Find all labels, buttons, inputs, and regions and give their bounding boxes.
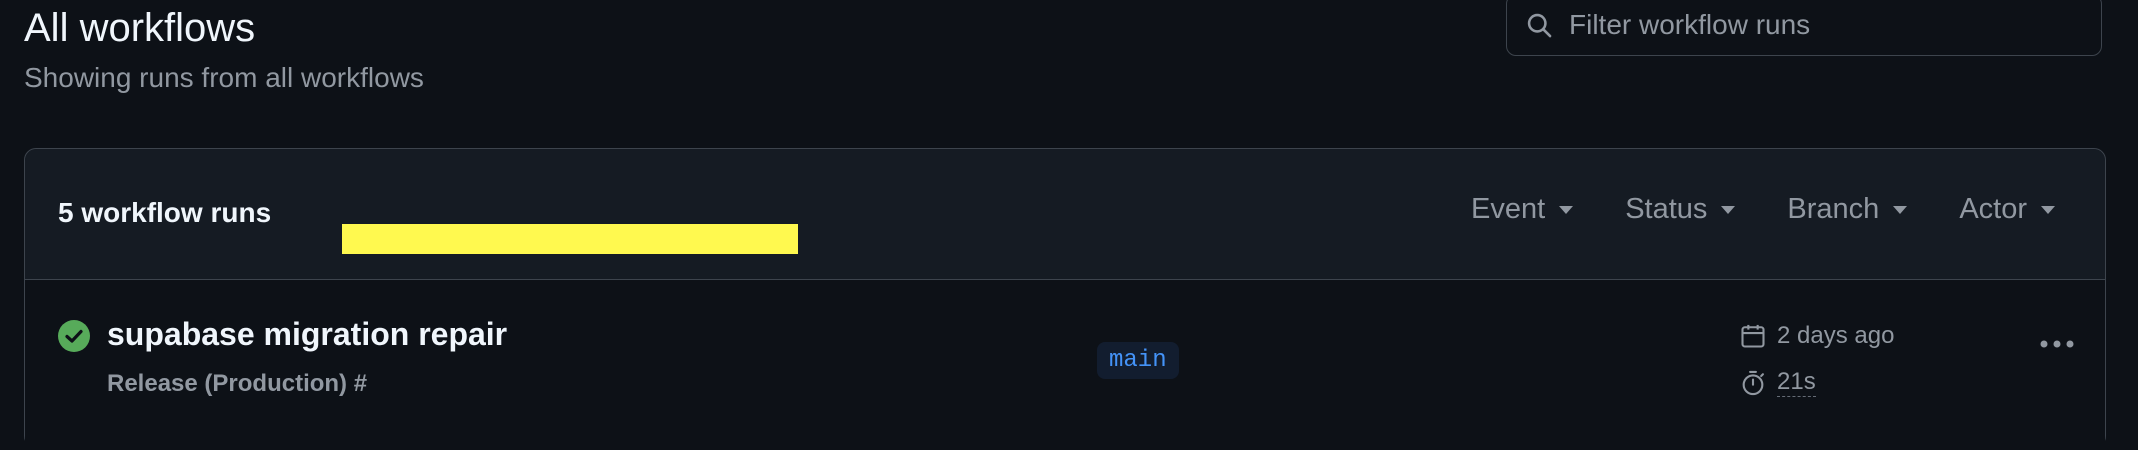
page-subtitle: Showing runs from all workflows <box>24 62 424 93</box>
runs-count: 5 workflow runs <box>58 197 272 228</box>
search-input[interactable] <box>1567 8 2071 42</box>
caret-down-icon <box>1721 205 1736 214</box>
branch-filter[interactable]: Branch <box>1787 193 1908 226</box>
kebab-menu-icon[interactable] <box>2039 338 2075 350</box>
search-icon <box>1527 13 1552 38</box>
redaction-block <box>342 224 798 254</box>
caret-down-icon <box>1893 205 1908 214</box>
calendar-icon <box>1741 324 1765 348</box>
branch-filter-label: Branch <box>1787 193 1880 225</box>
caret-down-icon <box>1559 205 1574 214</box>
event-filter-label: Event <box>1471 193 1546 225</box>
filter-runs-search[interactable] <box>1506 0 2102 56</box>
stopwatch-icon <box>1742 370 1764 395</box>
event-filter[interactable]: Event <box>1471 193 1574 226</box>
actor-filter[interactable]: Actor <box>1959 193 2055 226</box>
caret-down-icon <box>2041 205 2055 214</box>
actor-filter-label: Actor <box>1959 193 2027 225</box>
run-duration-text: 21s <box>1777 368 1816 397</box>
branch-badge[interactable]: main <box>1097 342 1179 379</box>
status-filter[interactable]: Status <box>1625 193 1736 226</box>
run-workflow-name: Release (Production) # <box>107 370 368 397</box>
workflow-run-row[interactable]: supabase migration repair Release (Produ… <box>25 280 2105 450</box>
status-filter-label: Status <box>1625 193 1708 225</box>
run-title-link[interactable]: supabase migration repair <box>107 316 507 353</box>
runs-box-header: 5 workflow runs Event Status Branch Acto… <box>25 149 2105 280</box>
run-date: 2 days ago <box>1739 322 1894 350</box>
workflow-runs-box: 5 workflow runs Event Status Branch Acto… <box>24 148 2106 450</box>
run-date-text: 2 days ago <box>1777 322 1895 349</box>
check-circle-icon <box>58 320 90 352</box>
page-title: All workflows <box>24 6 256 50</box>
filter-bar: Event Status Branch Actor <box>1471 193 2055 226</box>
run-duration: 21s <box>1739 368 1816 397</box>
